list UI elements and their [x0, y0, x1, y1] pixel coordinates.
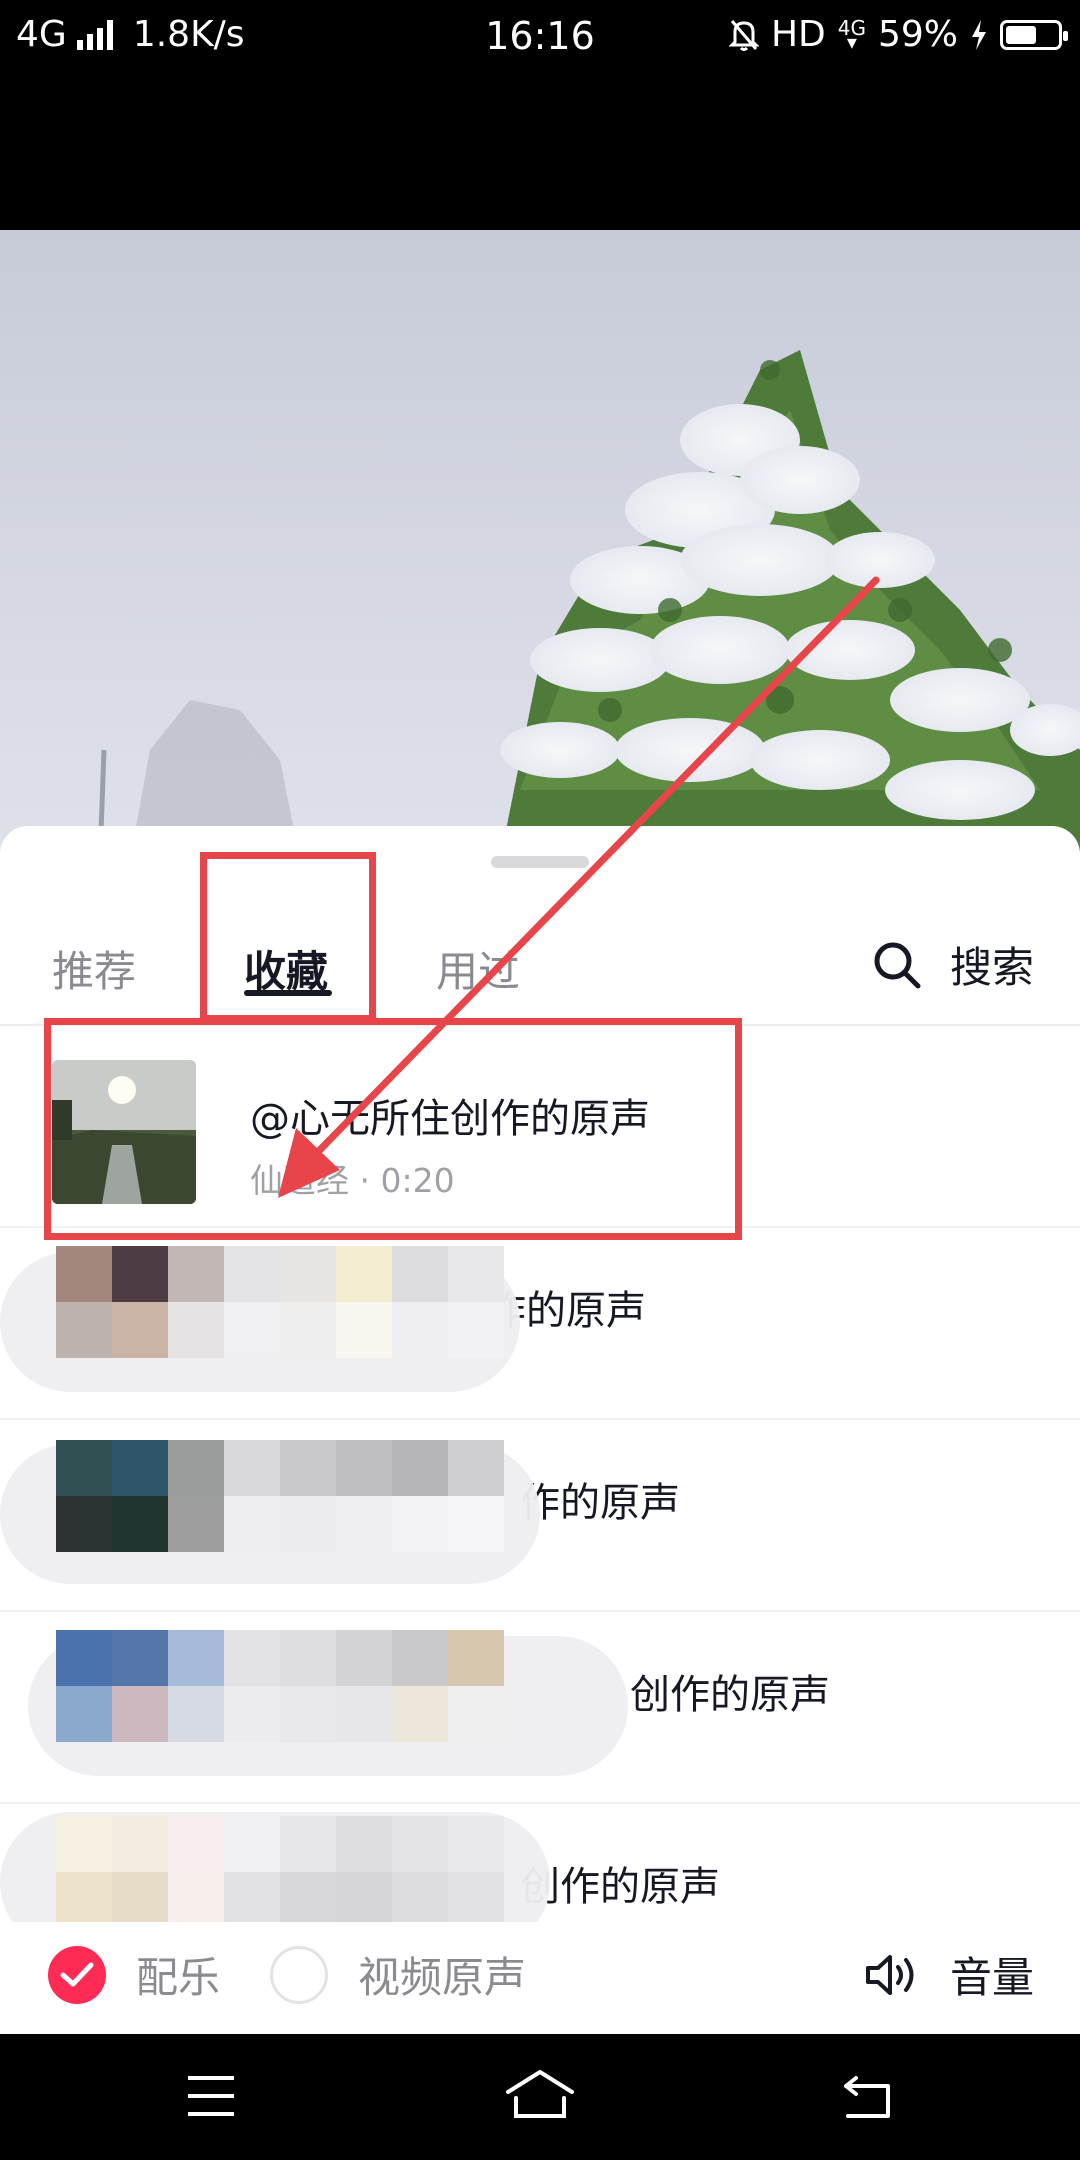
annotation-arrow — [278, 576, 880, 1198]
